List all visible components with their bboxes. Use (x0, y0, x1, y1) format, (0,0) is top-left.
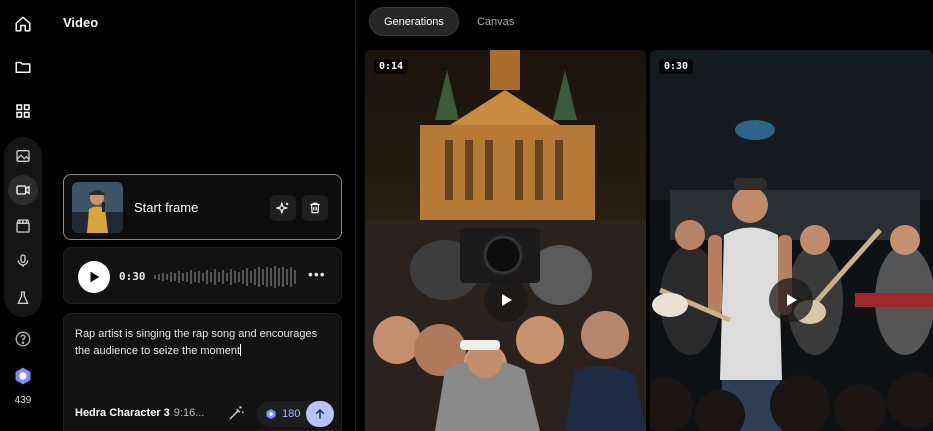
clapperboard-icon (16, 219, 30, 233)
help-icon (15, 331, 31, 347)
home-button[interactable] (8, 9, 38, 39)
scenes-tool-button[interactable] (8, 211, 38, 241)
audio-waveform[interactable] (154, 264, 299, 290)
prompt-input[interactable]: Rap artist is singing the rap song and e… (75, 326, 325, 360)
start-frame-label: Start frame (134, 200, 199, 215)
play-icon (502, 294, 512, 306)
generate-button[interactable] (306, 401, 334, 427)
labs-tool-button[interactable] (8, 283, 38, 313)
video-play-button[interactable] (484, 278, 528, 322)
credits-icon (15, 367, 31, 385)
generation-card[interactable]: 0:30 (650, 50, 933, 431)
video-tool-button[interactable] (8, 175, 38, 205)
audio-play-button[interactable] (78, 261, 110, 293)
arrow-up-icon (315, 408, 325, 419)
audio-more-button[interactable]: ••• (308, 266, 326, 282)
video-panel: Video Start frame 0:30 ••• Rap artist is… (46, 0, 356, 431)
home-icon (15, 16, 31, 32)
help-button[interactable] (8, 324, 38, 354)
audio-tool-button[interactable] (8, 246, 38, 276)
cost-pill: 180 (257, 401, 334, 427)
trash-icon (310, 202, 320, 214)
audio-track: 0:30 ••• (63, 247, 342, 304)
folder-icon (15, 61, 31, 73)
tab-generations[interactable]: Generations (369, 7, 459, 36)
video-icon (16, 185, 30, 195)
model-settings: 9:16... (173, 407, 205, 419)
start-frame-thumbnail (72, 182, 123, 233)
text-caret (240, 344, 242, 356)
model-selector[interactable]: Hedra Character 3 9:16... (75, 407, 204, 419)
microphone-icon (17, 254, 29, 267)
credits-display[interactable]: 439 (0, 366, 46, 406)
generation-card[interactable]: 0:14 (365, 50, 646, 431)
flask-icon (17, 291, 29, 304)
audio-duration: 0:30 (119, 270, 146, 283)
tool-group (4, 137, 42, 317)
generation-cost: 180 (282, 408, 301, 420)
video-thumbnail (650, 50, 933, 431)
left-rail: 439 (0, 0, 46, 431)
apps-button[interactable] (8, 96, 38, 126)
play-icon (787, 294, 797, 306)
video-duration: 0:30 (659, 59, 694, 74)
sparkle-icon (276, 201, 289, 215)
grid-icon (16, 104, 30, 118)
credits-icon (266, 409, 276, 419)
image-tool-button[interactable] (8, 141, 38, 171)
video-thumbnail (365, 50, 646, 431)
view-tabs: Generations Canvas (369, 7, 528, 36)
start-frame-card[interactable]: Start frame (63, 174, 342, 240)
prompt-text: Rap artist is singing the rap song and e… (75, 328, 318, 357)
video-duration: 0:14 (374, 59, 409, 74)
tab-canvas[interactable]: Canvas (463, 7, 528, 36)
panel-title: Video (63, 15, 99, 30)
prompt-box[interactable]: Rap artist is singing the rap song and e… (63, 313, 342, 431)
magic-wand-icon[interactable] (227, 404, 245, 422)
delete-frame-button[interactable] (302, 195, 328, 221)
files-button[interactable] (8, 52, 38, 82)
image-icon (16, 150, 30, 162)
credits-count: 439 (14, 395, 32, 406)
model-name: Hedra Character 3 (75, 407, 170, 419)
play-icon (90, 271, 100, 283)
enhance-frame-button[interactable] (270, 195, 296, 221)
video-play-button[interactable] (769, 278, 813, 322)
